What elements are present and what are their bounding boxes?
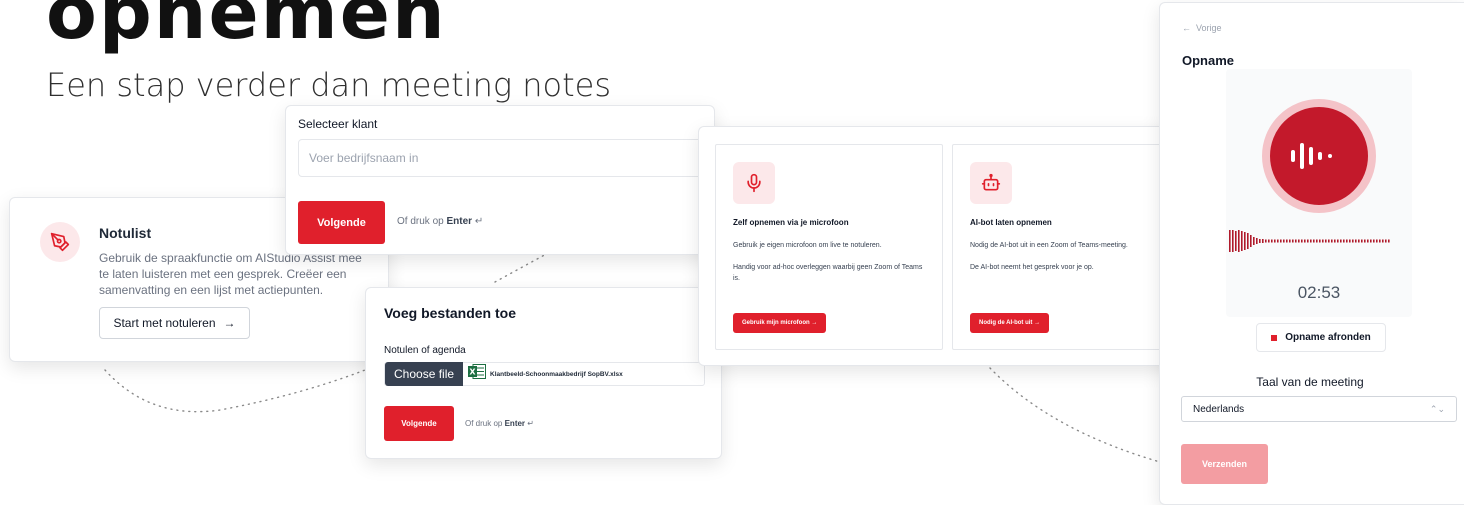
record-button[interactable] <box>1262 99 1376 213</box>
svg-text:X: X <box>469 368 476 377</box>
audio-waveform-icon <box>1291 143 1332 169</box>
robot-icon <box>970 162 1012 204</box>
enter-hint: Of druk op Enter ↵ <box>465 419 534 428</box>
add-files-title: Voeg bestanden toe <box>384 305 516 321</box>
select-client-card: Selecteer klant Voer bedrijfsnaam in Vol… <box>285 105 715 255</box>
next-button[interactable]: Volgende <box>298 201 385 244</box>
pen-icon <box>40 222 80 262</box>
option-title: AI-bot laten opnemen <box>970 218 1052 227</box>
microphone-icon <box>733 162 775 204</box>
notulist-title: Notulist <box>99 225 152 241</box>
back-link[interactable]: ← Vorige <box>1182 23 1222 33</box>
recording-panel: ← Vorige Opname 02:53 Opname afronden Ta… <box>1159 2 1464 505</box>
selected-file-name: Klantbeeld-Schoonmaakbedrijf SopBV.xlsx <box>490 370 623 378</box>
hero-title: opnemen <box>46 0 447 56</box>
enter-hint: Of druk op Enter ↵ <box>397 216 484 227</box>
arrow-right-icon: → <box>223 316 236 330</box>
stop-icon <box>1271 334 1278 341</box>
recording-options-card: Zelf opnemen via je microfoon Gebruik je… <box>698 126 1196 366</box>
excel-file-icon: X <box>468 364 487 384</box>
enter-key-icon: ↵ <box>527 419 534 428</box>
recording-title: Opname <box>1182 53 1235 68</box>
file-input[interactable]: Choose file X Klantbeeld-Schoonmaakbedri… <box>384 362 705 386</box>
invite-ai-bot-button[interactable]: Nodig de AI-bot uit → <box>970 313 1050 333</box>
submit-button[interactable]: Verzenden <box>1181 444 1268 484</box>
arrow-left-icon: ← <box>1182 23 1191 33</box>
notulist-description: Gebruik de spraakfunctie om AIStudio Ass… <box>99 251 362 297</box>
choose-file-button[interactable]: Choose file <box>385 362 464 386</box>
language-select[interactable]: Nederlands ⌃⌄ <box>1181 396 1457 422</box>
client-field-label: Selecteer klant <box>298 117 378 131</box>
option-title: Zelf opnemen via je microfoon <box>733 218 849 227</box>
use-microphone-button[interactable]: Gebruik mijn microfoon → <box>733 313 827 333</box>
option-description: Gebruik je eigen microfoon om live te no… <box>733 242 923 282</box>
audio-level-meter <box>1229 230 1390 252</box>
option-description: Nodig de AI-bot uit in een Zoom of Teams… <box>970 242 1128 271</box>
recording-stage: 02:53 <box>1226 69 1412 317</box>
finish-recording-button[interactable]: Opname afronden <box>1256 323 1386 352</box>
language-label: Taal van de meeting <box>1256 375 1364 389</box>
language-value: Nederlands <box>1193 403 1245 415</box>
option-microphone[interactable]: Zelf opnemen via je microfoon Gebruik je… <box>715 144 943 350</box>
start-notuleren-button[interactable]: Start met notuleren → <box>99 307 250 339</box>
option-ai-bot[interactable]: AI-bot laten opnemen Nodig de AI-bot uit… <box>952 144 1180 350</box>
hero-subtitle: Een stap verder dan meeting notes <box>46 66 611 104</box>
next-button[interactable]: Volgende <box>384 406 454 441</box>
add-files-card: Voeg bestanden toe Notulen of agenda Cho… <box>365 287 722 459</box>
enter-key-icon: ↵ <box>474 216 484 227</box>
client-name-input[interactable]: Voer bedrijfsnaam in <box>298 139 704 177</box>
recording-timer: 02:53 <box>1297 283 1341 302</box>
chevron-up-down-icon: ⌃⌄ <box>1429 403 1445 414</box>
start-notuleren-label: Start met notuleren <box>113 316 216 330</box>
file-field-label: Notulen of agenda <box>384 345 466 356</box>
